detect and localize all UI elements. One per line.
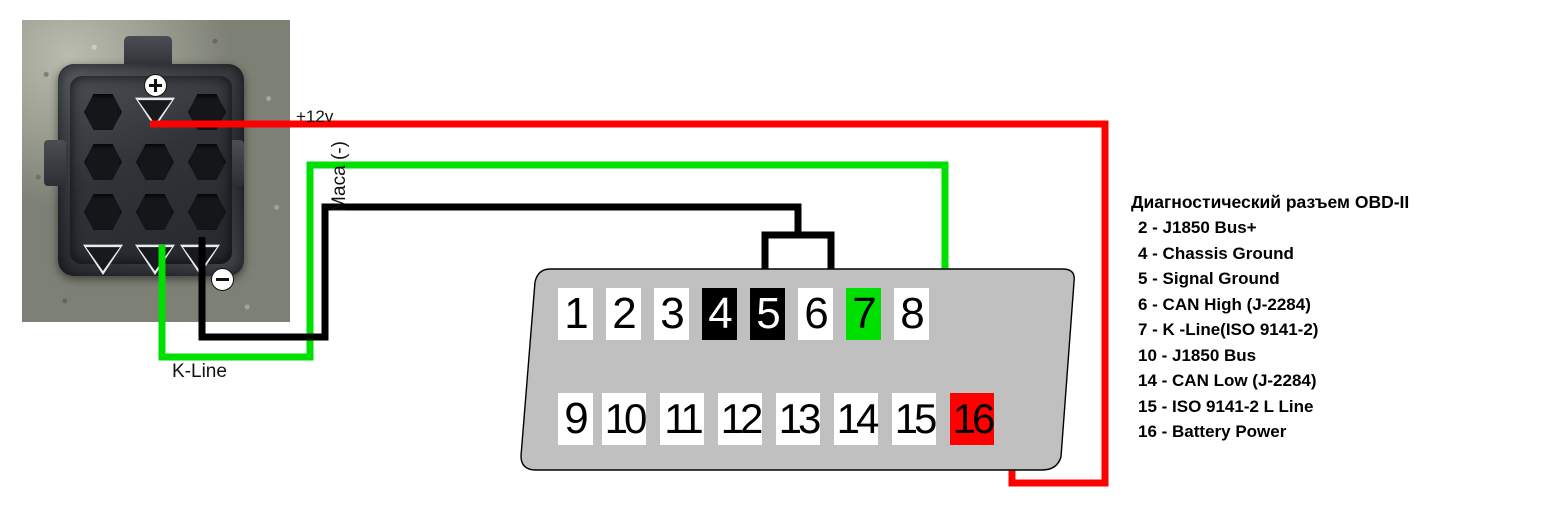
legend-item-pin14: 14 - CAN Low (J-2284) (1138, 371, 1317, 390)
pinout-legend: Диагностический разъем OBD-II 2 - J1850 … (1131, 189, 1409, 445)
legend-item-pin16: 16 - Battery Power (1138, 422, 1287, 441)
obd-connector: 1 2 3 4 5 6 7 8 9 10 11 12 13 14 15 16 (520, 260, 1090, 485)
obd-pin-9[interactable]: 9 (558, 393, 593, 445)
legend-item-pin5: 5 - Signal Ground (1138, 269, 1280, 288)
legend-item-pin15: 15 - ISO 9141-2 L Line (1138, 396, 1314, 416)
legend-item-pin10: 10 - J1850 Bus (1138, 345, 1257, 365)
obd-pin-8[interactable]: 8 (894, 288, 929, 340)
legend-title: Диагностический разъем OBD-II (1131, 192, 1410, 212)
obd-pin-1[interactable]: 1 (558, 288, 593, 340)
obd-pin-12[interactable]: 12 (718, 393, 763, 445)
legend-item-pin6: 6 - CAN High (J-2284) (1138, 294, 1311, 314)
obd-pin-10[interactable]: 10 (602, 393, 647, 445)
label-ground-wire: Маса (-) (329, 141, 350, 212)
obd-pin-2[interactable]: 2 (606, 288, 641, 340)
legend-item-pin4: 4 - Chassis Ground (1138, 243, 1294, 263)
obd-pin-15[interactable]: 15 (892, 393, 937, 445)
obd-pin-6[interactable]: 6 (798, 288, 833, 340)
label-kline-wire: K-Line (172, 361, 227, 382)
obd-pin-14[interactable]: 14 (834, 393, 879, 445)
obd-pin-16[interactable]: 16 (950, 393, 995, 445)
legend-item-pin2: 2 - J1850 Bus+ (1138, 218, 1257, 237)
obd-pin-11[interactable]: 11 (660, 393, 704, 445)
diagram-canvas: +12v K-Line Маса (-) 1 2 3 4 5 6 7 8 9 1… (0, 0, 1553, 507)
legend-item-pin7: 7 - K -Line(ISO 9141-2) (1138, 320, 1319, 339)
obd-pin-3[interactable]: 3 (654, 288, 689, 340)
obd-pin-4[interactable]: 4 (702, 288, 737, 340)
obd-pin-7[interactable]: 7 (846, 288, 881, 340)
label-power-wire: +12v (296, 107, 334, 126)
obd-pin-13[interactable]: 13 (776, 393, 821, 445)
obd-pin-5[interactable]: 5 (750, 288, 785, 340)
